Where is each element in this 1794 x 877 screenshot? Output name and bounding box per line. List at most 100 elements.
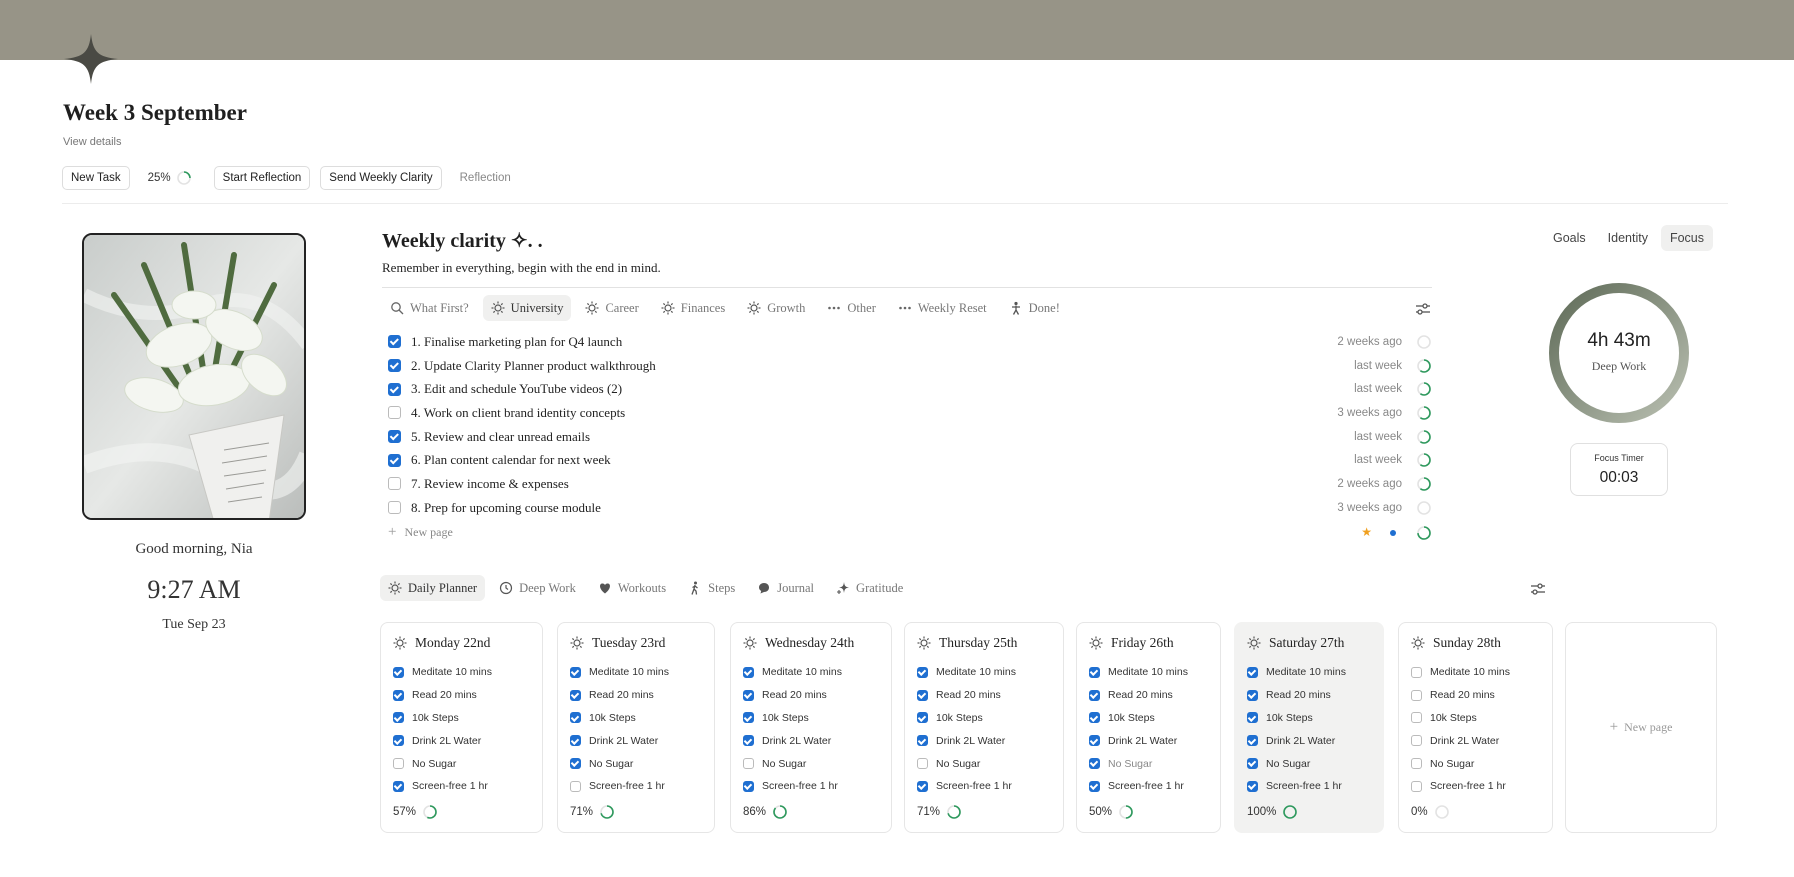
day-card[interactable]: Wednesday 24th Meditate 10 mins Read 20 m… bbox=[730, 622, 892, 833]
day-name[interactable]: Monday 22nd bbox=[415, 635, 490, 651]
habit-row[interactable]: Read 20 mins bbox=[917, 684, 1016, 707]
habit-checkbox[interactable] bbox=[570, 780, 581, 792]
habit-checkbox[interactable] bbox=[1247, 712, 1258, 724]
habit-row[interactable]: Screen-free 1 hr bbox=[1411, 775, 1510, 798]
task-row[interactable]: 7. Review income & expenses 2 weeks ago bbox=[388, 472, 1432, 496]
habit-checkbox[interactable] bbox=[743, 666, 754, 678]
habit-row[interactable]: Meditate 10 mins bbox=[570, 661, 669, 684]
habit-row[interactable]: No Sugar bbox=[743, 752, 842, 775]
send-weekly-clarity-button[interactable]: Send Weekly Clarity bbox=[320, 166, 442, 190]
habit-row[interactable]: Read 20 mins bbox=[743, 684, 842, 707]
habit-row[interactable]: Read 20 mins bbox=[1247, 684, 1346, 707]
habit-checkbox[interactable] bbox=[570, 758, 581, 770]
planner-settings-icon[interactable] bbox=[1530, 582, 1546, 596]
habit-checkbox[interactable] bbox=[1411, 735, 1422, 747]
habit-row[interactable]: Drink 2L Water bbox=[1411, 729, 1510, 752]
planner-tab-gratitude[interactable]: Gratitude bbox=[828, 575, 911, 601]
planner-tab-deep-work[interactable]: Deep Work bbox=[491, 575, 584, 601]
task-label[interactable]: 2. Update Clarity Planner product walkth… bbox=[411, 358, 1354, 374]
task-label[interactable]: 7. Review income & expenses bbox=[411, 476, 1337, 492]
planner-tab-workouts[interactable]: Workouts bbox=[590, 575, 674, 601]
habit-row[interactable]: 10k Steps bbox=[1089, 707, 1188, 730]
habit-checkbox[interactable] bbox=[917, 689, 928, 701]
planner-tab-steps[interactable]: Steps bbox=[680, 575, 743, 601]
filter-tab-done[interactable]: Done! bbox=[1001, 295, 1068, 321]
habit-row[interactable]: Drink 2L Water bbox=[393, 729, 492, 752]
habit-row[interactable]: Screen-free 1 hr bbox=[393, 775, 492, 798]
habit-checkbox[interactable] bbox=[393, 712, 404, 724]
habit-checkbox[interactable] bbox=[917, 735, 928, 747]
task-checkbox[interactable] bbox=[388, 453, 401, 467]
habit-checkbox[interactable] bbox=[1247, 758, 1258, 770]
habit-checkbox[interactable] bbox=[917, 712, 928, 724]
day-card[interactable]: Friday 26th Meditate 10 mins Read 20 mins… bbox=[1076, 622, 1221, 833]
right-tab-goals[interactable]: Goals bbox=[1544, 225, 1595, 251]
habit-row[interactable]: 10k Steps bbox=[570, 707, 669, 730]
task-label[interactable]: 3. Edit and schedule YouTube videos (2) bbox=[411, 381, 1354, 397]
habit-row[interactable]: No Sugar bbox=[917, 752, 1016, 775]
habit-row[interactable]: No Sugar bbox=[570, 752, 669, 775]
habit-row[interactable]: Meditate 10 mins bbox=[1247, 661, 1346, 684]
filter-tab-university[interactable]: University bbox=[482, 295, 572, 321]
start-reflection-button[interactable]: Start Reflection bbox=[213, 166, 311, 190]
day-card[interactable]: Monday 22nd Meditate 10 mins Read 20 mins… bbox=[380, 622, 543, 833]
filter-settings-icon[interactable] bbox=[1415, 302, 1431, 316]
task-label[interactable]: 4. Work on client brand identity concept… bbox=[411, 405, 1337, 421]
task-row[interactable]: 1. Finalise marketing plan for Q4 launch… bbox=[388, 330, 1432, 354]
view-details-link[interactable]: View details bbox=[63, 136, 122, 148]
day-card[interactable]: Thursday 25th Meditate 10 mins Read 20 mi… bbox=[904, 622, 1064, 833]
filter-tab-what-first[interactable]: What First? bbox=[382, 295, 477, 321]
habit-row[interactable]: Meditate 10 mins bbox=[743, 661, 842, 684]
task-checkbox[interactable] bbox=[388, 477, 401, 491]
habit-checkbox[interactable] bbox=[1089, 689, 1100, 701]
habit-checkbox[interactable] bbox=[570, 666, 581, 678]
planner-tab-journal[interactable]: Journal bbox=[749, 575, 822, 601]
habit-checkbox[interactable] bbox=[743, 735, 754, 747]
habit-row[interactable]: Read 20 mins bbox=[393, 684, 492, 707]
habit-row[interactable]: Screen-free 1 hr bbox=[743, 775, 842, 798]
habit-row[interactable]: Drink 2L Water bbox=[743, 729, 842, 752]
habit-row[interactable]: 10k Steps bbox=[393, 707, 492, 730]
day-card[interactable]: Saturday 27th Meditate 10 mins Read 20 mi… bbox=[1234, 622, 1384, 833]
habit-checkbox[interactable] bbox=[743, 689, 754, 701]
habit-row[interactable]: 10k Steps bbox=[1247, 707, 1346, 730]
right-tab-focus[interactable]: Focus bbox=[1660, 225, 1714, 251]
filter-tab-weekly-reset[interactable]: Weekly Reset bbox=[890, 295, 995, 321]
habit-row[interactable]: Meditate 10 mins bbox=[917, 661, 1016, 684]
habit-row[interactable]: Read 20 mins bbox=[1411, 684, 1510, 707]
habit-checkbox[interactable] bbox=[1089, 666, 1100, 678]
habit-checkbox[interactable] bbox=[393, 758, 404, 770]
filter-tab-finances[interactable]: Finances bbox=[653, 295, 733, 321]
task-checkbox[interactable] bbox=[388, 406, 401, 420]
habit-checkbox[interactable] bbox=[1247, 689, 1258, 701]
new-page-button[interactable]: New page bbox=[404, 525, 452, 540]
habit-checkbox[interactable] bbox=[1411, 666, 1422, 678]
habit-row[interactable]: Drink 2L Water bbox=[570, 729, 669, 752]
habit-checkbox[interactable] bbox=[570, 689, 581, 701]
focus-timer[interactable]: Focus Timer 00:03 bbox=[1570, 443, 1668, 496]
new-day-page-button[interactable]: + New page bbox=[1565, 622, 1717, 833]
day-name[interactable]: Thursday 25th bbox=[939, 635, 1017, 651]
habit-checkbox[interactable] bbox=[917, 758, 928, 770]
habit-checkbox[interactable] bbox=[1411, 689, 1422, 701]
planner-tab-daily-planner[interactable]: Daily Planner bbox=[380, 575, 486, 601]
task-checkbox[interactable] bbox=[388, 359, 401, 373]
habit-checkbox[interactable] bbox=[1089, 780, 1100, 792]
habit-row[interactable]: Meditate 10 mins bbox=[1089, 661, 1188, 684]
habit-row[interactable]: Meditate 10 mins bbox=[393, 661, 492, 684]
day-name[interactable]: Friday 26th bbox=[1111, 635, 1174, 651]
habit-row[interactable]: Drink 2L Water bbox=[917, 729, 1016, 752]
task-label[interactable]: 1. Finalise marketing plan for Q4 launch bbox=[411, 334, 1337, 350]
habit-checkbox[interactable] bbox=[1247, 735, 1258, 747]
habit-checkbox[interactable] bbox=[917, 666, 928, 678]
habit-checkbox[interactable] bbox=[1247, 780, 1258, 792]
habit-row[interactable]: Screen-free 1 hr bbox=[570, 775, 669, 798]
habit-row[interactable]: Screen-free 1 hr bbox=[917, 775, 1016, 798]
filter-tab-career[interactable]: Career bbox=[577, 295, 646, 321]
habit-checkbox[interactable] bbox=[393, 689, 404, 701]
habit-checkbox[interactable] bbox=[917, 780, 928, 792]
task-checkbox[interactable] bbox=[388, 430, 401, 444]
filter-tab-other[interactable]: Other bbox=[819, 295, 883, 321]
habit-checkbox[interactable] bbox=[1247, 666, 1258, 678]
day-name[interactable]: Sunday 28th bbox=[1433, 635, 1501, 651]
